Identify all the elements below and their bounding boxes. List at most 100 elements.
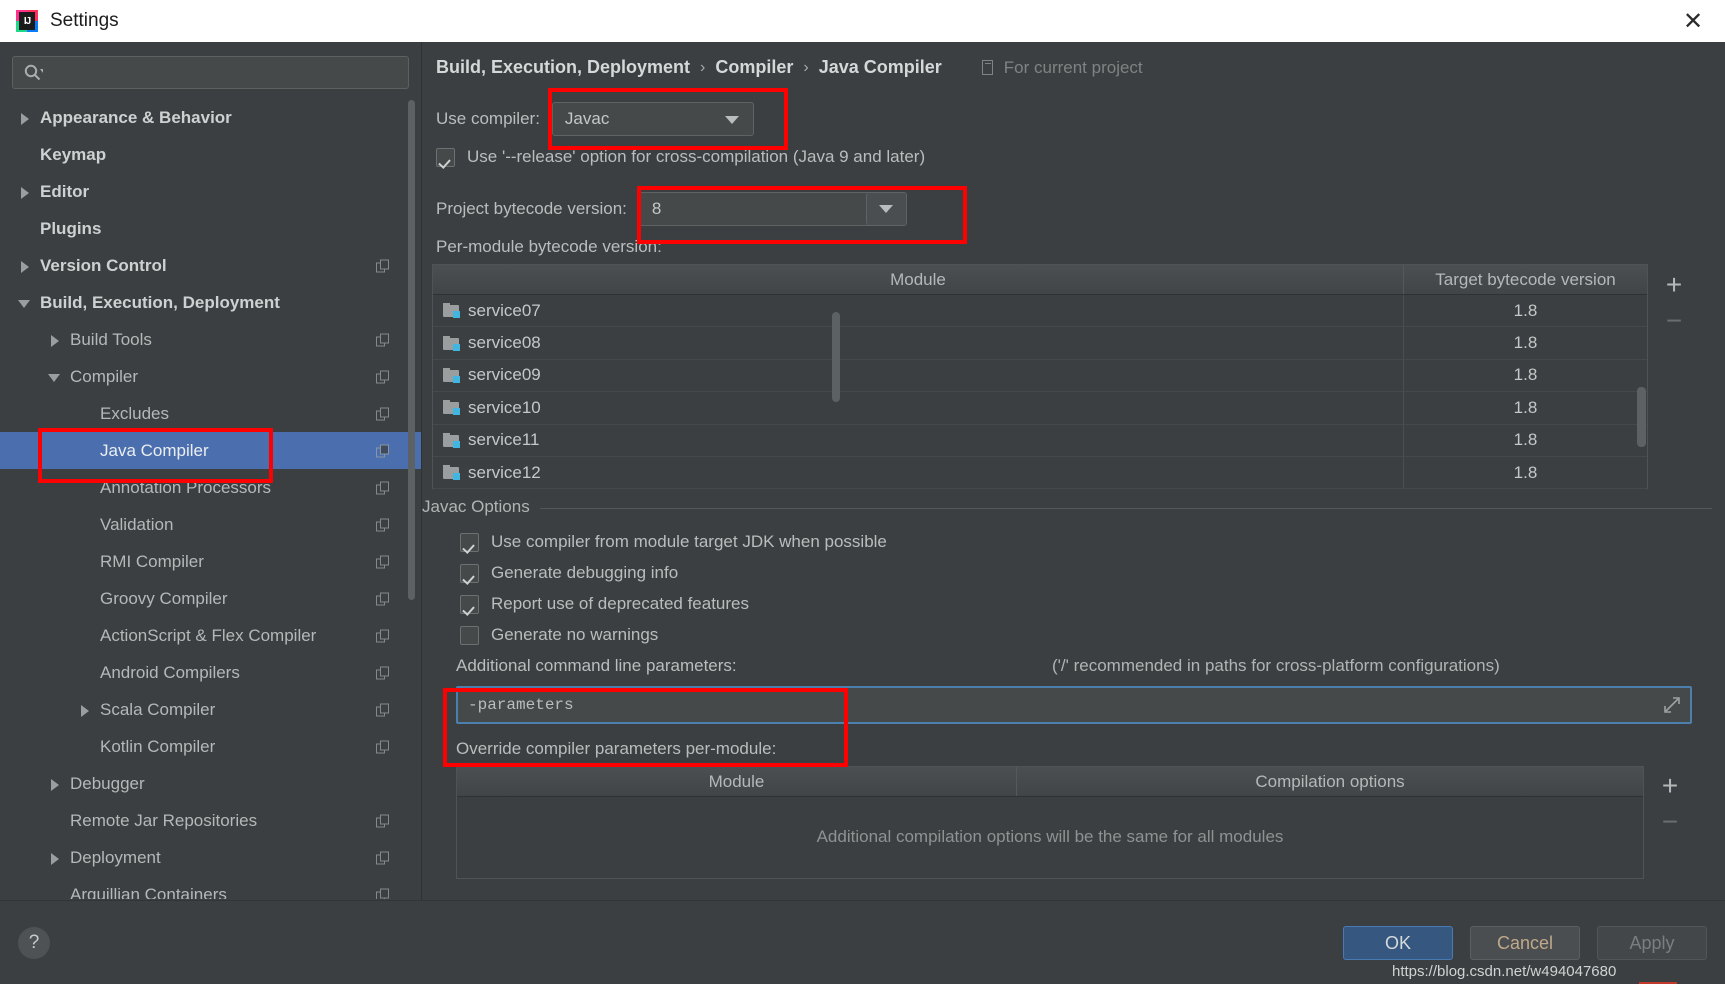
target-version-cell[interactable]: 1.8 xyxy=(1404,392,1647,423)
report-deprecated-checkbox[interactable] xyxy=(460,594,479,614)
copy-settings-icon[interactable] xyxy=(376,555,389,568)
sidebar-item-groovy-compiler[interactable]: Groovy Compiler xyxy=(0,580,421,617)
table-row[interactable]: service10 1.8 xyxy=(433,392,1647,425)
chevron-down-icon[interactable] xyxy=(48,370,62,384)
sidebar-item-keymap[interactable]: Keymap xyxy=(0,136,421,173)
copy-settings-icon[interactable] xyxy=(376,592,389,605)
copy-settings-icon[interactable] xyxy=(376,370,389,383)
copy-settings-icon[interactable] xyxy=(376,740,389,753)
target-version-cell[interactable]: 1.8 xyxy=(1404,457,1647,488)
sidebar-item-build-tools[interactable]: Build Tools xyxy=(0,321,421,358)
column-header-compilation-options[interactable]: Compilation options xyxy=(1017,767,1643,796)
chevron-right-icon[interactable] xyxy=(48,851,62,865)
chevron-right-icon[interactable] xyxy=(48,333,62,347)
chevron-right-icon[interactable] xyxy=(78,703,92,717)
use-compiler-select[interactable]: Javac xyxy=(551,102,754,136)
no-warnings-checkbox[interactable] xyxy=(460,625,479,645)
sidebar-item-actionscript-and-flex-compiler[interactable]: ActionScript & Flex Compiler xyxy=(0,617,421,654)
table-row[interactable]: service12 1.8 xyxy=(433,456,1647,490)
table-row[interactable]: service09 1.8 xyxy=(433,359,1647,393)
sidebar-item-validation[interactable]: Validation xyxy=(0,506,421,543)
add-module-button[interactable]: + xyxy=(1654,267,1694,303)
remove-module-button[interactable]: − xyxy=(1654,303,1694,339)
module-cell[interactable]: service10 xyxy=(433,392,1404,424)
sidebar-item-debugger[interactable]: Debugger xyxy=(0,765,421,802)
generate-debug-info-checkbox[interactable] xyxy=(460,563,479,583)
chevron-right-icon[interactable] xyxy=(18,185,32,199)
use-module-jdk-checkbox[interactable] xyxy=(460,532,479,552)
sidebar-item-deployment[interactable]: Deployment xyxy=(0,839,421,876)
copy-settings-icon[interactable] xyxy=(376,888,389,899)
copy-settings-icon[interactable] xyxy=(376,629,389,642)
chevron-down-icon[interactable] xyxy=(865,193,906,225)
copy-settings-icon[interactable] xyxy=(376,407,389,420)
search-box[interactable] xyxy=(12,56,409,89)
breadcrumb-item-compiler[interactable]: Compiler xyxy=(715,57,793,78)
sidebar-item-annotation-processors[interactable]: Annotation Processors xyxy=(0,469,421,506)
table-row[interactable]: service08 1.8 xyxy=(433,327,1647,360)
content-scrollbar[interactable] xyxy=(832,312,840,402)
ok-button[interactable]: OK xyxy=(1343,926,1453,960)
sidebar-item-scala-compiler[interactable]: Scala Compiler xyxy=(0,691,421,728)
sidebar-scrollbar[interactable] xyxy=(408,100,415,600)
target-version-cell[interactable]: 1.8 xyxy=(1404,425,1647,456)
add-override-button[interactable]: + xyxy=(1650,768,1690,804)
per-module-table-scrollbar[interactable] xyxy=(1637,387,1646,447)
per-module-table[interactable]: Module Target bytecode version service07… xyxy=(432,264,1648,490)
sidebar-item-build-execution-deployment[interactable]: Build, Execution, Deployment xyxy=(0,284,421,321)
additional-params-field[interactable] xyxy=(456,686,1692,724)
settings-tree[interactable]: Appearance & Behavior Keymap Editor Plugins… xyxy=(0,99,421,899)
copy-settings-icon[interactable] xyxy=(376,703,389,716)
copy-settings-icon[interactable] xyxy=(376,518,389,531)
copy-settings-icon[interactable] xyxy=(376,814,389,827)
release-option-checkbox[interactable] xyxy=(436,147,455,167)
target-version-cell[interactable]: 1.8 xyxy=(1404,295,1647,326)
module-cell[interactable]: service11 xyxy=(433,424,1404,456)
expand-diagonal-icon[interactable] xyxy=(1654,688,1690,722)
sidebar-item-appearance-and-behavior[interactable]: Appearance & Behavior xyxy=(0,99,421,136)
chevron-down-icon[interactable] xyxy=(18,296,32,310)
chevron-right-icon[interactable] xyxy=(18,111,32,125)
sidebar-item-kotlin-compiler[interactable]: Kotlin Compiler xyxy=(0,728,421,765)
copy-settings-icon[interactable] xyxy=(376,444,389,457)
additional-params-input[interactable] xyxy=(458,696,1654,714)
sidebar-item-arquillian-containers[interactable]: Arquillian Containers xyxy=(0,876,421,899)
sidebar-item-java-compiler[interactable]: Java Compiler xyxy=(0,432,421,469)
sidebar-item-rmi-compiler[interactable]: RMI Compiler xyxy=(0,543,421,580)
table-row[interactable]: service07 1.8 xyxy=(433,295,1647,328)
breadcrumb-item-build[interactable]: Build, Execution, Deployment xyxy=(436,57,690,78)
copy-settings-icon[interactable] xyxy=(376,333,389,346)
copy-settings-icon[interactable] xyxy=(376,481,389,494)
sidebar-item-remote-jar-repositories[interactable]: Remote Jar Repositories xyxy=(0,802,421,839)
target-version-cell[interactable]: 1.8 xyxy=(1404,327,1647,358)
sidebar-item-compiler[interactable]: Compiler xyxy=(0,358,421,395)
module-cell[interactable]: service07 xyxy=(433,295,1404,327)
module-cell[interactable]: service12 xyxy=(433,456,1404,489)
sidebar-item-version-control[interactable]: Version Control xyxy=(0,247,421,284)
close-icon[interactable]: ✕ xyxy=(1661,0,1725,42)
remove-override-button[interactable]: − xyxy=(1650,804,1690,840)
target-version-cell[interactable]: 1.8 xyxy=(1404,360,1647,391)
use-compiler-label: Use compiler: xyxy=(436,109,540,128)
project-bytecode-select[interactable]: 8 xyxy=(638,192,907,226)
copy-settings-icon[interactable] xyxy=(376,851,389,864)
sidebar-item-editor[interactable]: Editor xyxy=(0,173,421,210)
override-params-table[interactable]: Module Compilation options Additional co… xyxy=(456,766,1644,879)
copy-settings-icon[interactable] xyxy=(376,259,389,272)
sidebar-item-plugins[interactable]: Plugins xyxy=(0,210,421,247)
chevron-right-icon[interactable] xyxy=(48,777,62,791)
column-header-module[interactable]: Module xyxy=(433,265,1404,294)
cancel-button[interactable]: Cancel xyxy=(1470,926,1580,960)
apply-button[interactable]: Apply xyxy=(1597,926,1707,960)
chevron-right-icon[interactable] xyxy=(18,259,32,273)
help-button[interactable]: ? xyxy=(18,927,50,959)
module-cell[interactable]: service09 xyxy=(433,359,1404,392)
column-header-target[interactable]: Target bytecode version xyxy=(1404,265,1647,294)
sidebar-item-excludes[interactable]: Excludes xyxy=(0,395,421,432)
search-input[interactable] xyxy=(43,64,408,81)
module-cell[interactable]: service08 xyxy=(433,327,1404,359)
table-row[interactable]: service11 1.8 xyxy=(433,424,1647,457)
column-header-module[interactable]: Module xyxy=(457,767,1017,796)
copy-settings-icon[interactable] xyxy=(376,666,389,679)
sidebar-item-android-compilers[interactable]: Android Compilers xyxy=(0,654,421,691)
